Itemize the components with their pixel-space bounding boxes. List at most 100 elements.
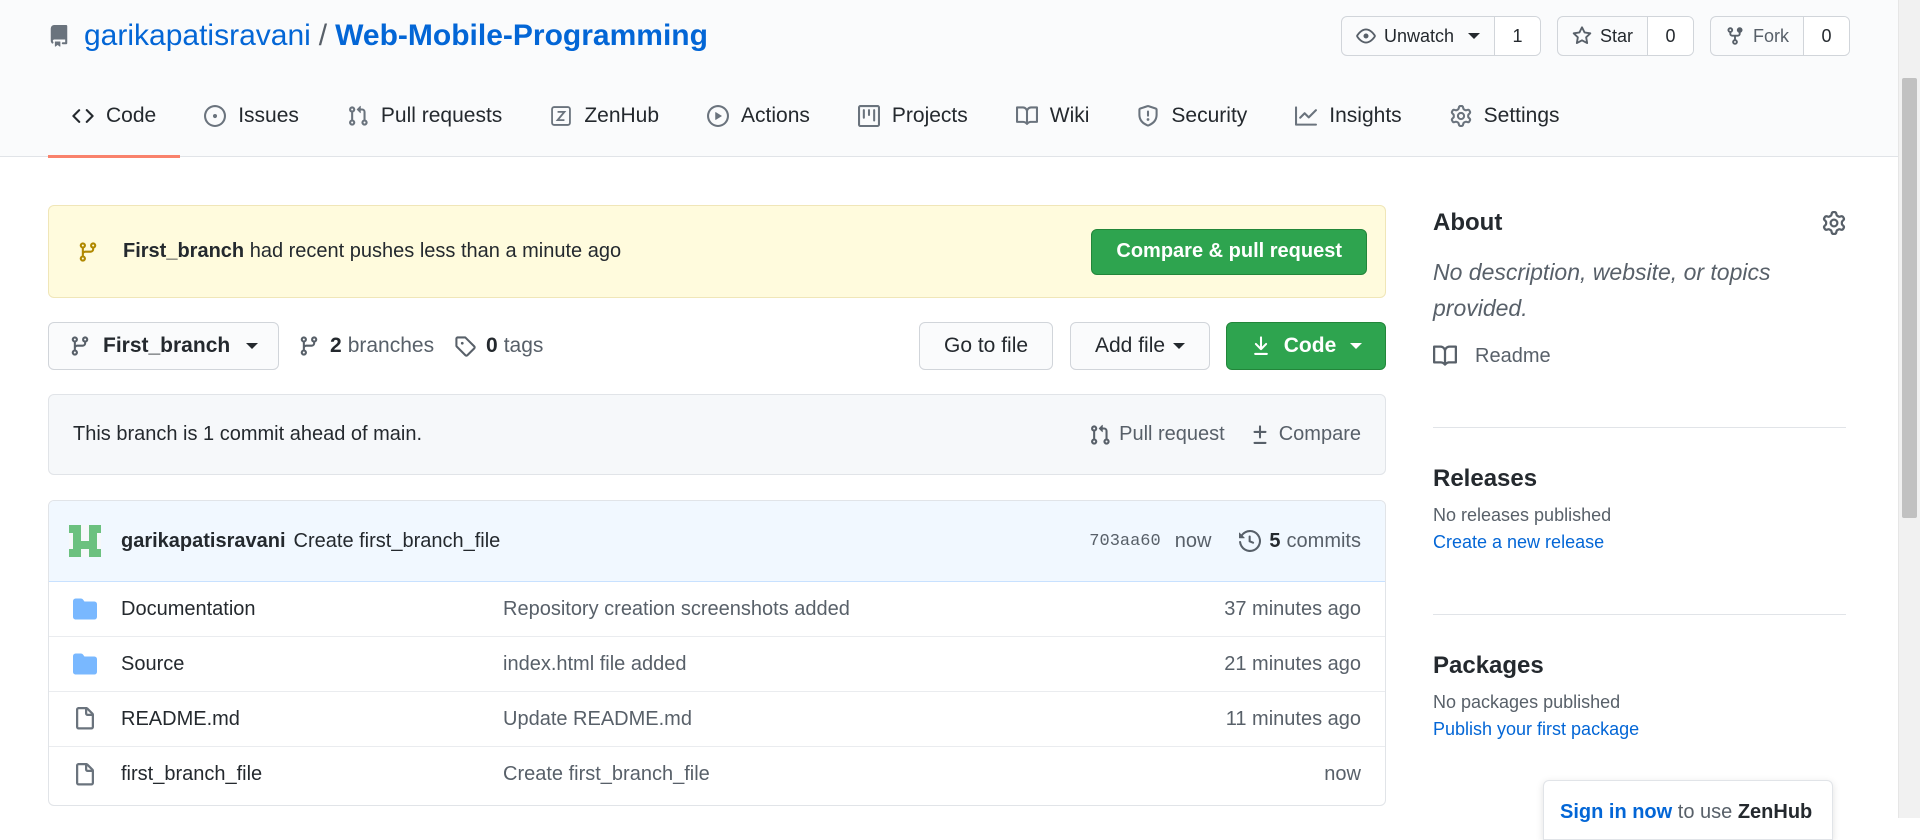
- tab-pull-requests[interactable]: Pull requests: [323, 94, 526, 157]
- avatar[interactable]: [69, 525, 101, 557]
- branch-ahead-message: This branch is 1 commit ahead of main.: [73, 423, 423, 445]
- fork-label: Fork: [1753, 25, 1789, 46]
- go-to-file-button[interactable]: Go to file: [919, 322, 1054, 370]
- file-name[interactable]: Source: [121, 653, 503, 676]
- repo-owner-link[interactable]: garikapatisravani: [84, 19, 311, 53]
- commits-label: commits: [1286, 529, 1361, 552]
- file-icon: [76, 707, 94, 730]
- tab-label: Pull requests: [380, 104, 503, 127]
- tab-projects[interactable]: Projects: [834, 94, 992, 157]
- repo-actions: Unwatch 1 Star 0 Fork 0: [1325, 16, 1850, 56]
- tab-label: Settings: [1483, 104, 1560, 127]
- compare-link[interactable]: Compare: [1249, 423, 1361, 446]
- watch-count[interactable]: 1: [1493, 17, 1540, 55]
- file-name[interactable]: first_branch_file: [121, 763, 503, 786]
- tab-code[interactable]: Code: [48, 94, 181, 158]
- tab-label: ZenHub: [584, 104, 660, 127]
- file-row-source[interactable]: Source index.html file added 21 minutes …: [49, 637, 1385, 692]
- repo-separator: /: [318, 19, 328, 52]
- repo-nav-tabs: Code Issues Pull requests ZenHub Actions…: [48, 94, 1584, 158]
- page-scrollbar[interactable]: [1898, 0, 1920, 818]
- fork-button-group: Fork 0: [1710, 16, 1850, 56]
- packages-title[interactable]: Packages: [1433, 652, 1846, 680]
- file-commit-message[interactable]: Repository creation screenshots added: [503, 598, 850, 621]
- code-download-button[interactable]: Code: [1226, 322, 1386, 370]
- tab-security[interactable]: Security: [1113, 94, 1271, 157]
- repo-title: garikapatisravani / Web-Mobile-Programmi…: [48, 14, 708, 58]
- commit-message[interactable]: Create first_branch_file: [294, 530, 501, 553]
- folder-icon: [73, 653, 97, 675]
- branch-ahead-box: This branch is 1 commit ahead of main. P…: [48, 394, 1386, 475]
- file-row-first-branch-file[interactable]: first_branch_file Create first_branch_fi…: [49, 747, 1385, 802]
- sidebar-divider: [1433, 427, 1846, 428]
- file-commit-time: now: [1324, 763, 1361, 785]
- file-commit-message[interactable]: Update README.md: [503, 708, 692, 731]
- publish-package-link[interactable]: Publish your first package: [1433, 719, 1846, 740]
- pull-request-label: Pull request: [1119, 423, 1225, 445]
- repo-name-link[interactable]: Web-Mobile-Programming: [335, 19, 708, 53]
- commits-history-link[interactable]: 5 commits: [1239, 530, 1361, 553]
- star-label: Star: [1599, 25, 1633, 46]
- tab-insights[interactable]: Insights: [1271, 94, 1425, 157]
- file-row-readme[interactable]: README.md Update README.md 11 minutes ag…: [49, 692, 1385, 747]
- branches-link[interactable]: 2 branches: [298, 322, 434, 370]
- tab-label: Issues: [238, 104, 299, 127]
- unwatch-label: Unwatch: [1383, 25, 1454, 46]
- book-icon: [1433, 345, 1457, 366]
- file-commit-time: 21 minutes ago: [1224, 652, 1361, 675]
- play-icon: [707, 105, 730, 127]
- commit-sha[interactable]: 703aa60: [1089, 532, 1160, 551]
- file-name[interactable]: Documentation: [121, 598, 503, 621]
- fork-count[interactable]: 0: [1803, 17, 1849, 55]
- chevron-down-icon: [1173, 343, 1186, 349]
- chevron-down-icon: [1467, 33, 1480, 39]
- readme-link[interactable]: Readme: [1433, 344, 1846, 368]
- create-release-link[interactable]: Create a new release: [1433, 532, 1846, 553]
- repo-header: garikapatisravani / Web-Mobile-Programmi…: [0, 0, 1898, 158]
- branches-count: 2: [330, 334, 342, 357]
- branch-select-menu[interactable]: First_branch: [48, 322, 280, 370]
- banner-text: had recent pushes less than a minute ago: [249, 240, 622, 262]
- star-button[interactable]: Star: [1558, 17, 1647, 55]
- star-count[interactable]: 0: [1647, 17, 1693, 55]
- commit-meta: 703aa60 now 5 commits: [1089, 530, 1361, 553]
- zenhub-signin-popup: Sign in now to use ZenHub: [1543, 780, 1833, 840]
- tab-label: Code: [106, 104, 157, 127]
- sign-in-link[interactable]: Sign in now: [1560, 801, 1672, 823]
- tab-wiki[interactable]: Wiki: [992, 94, 1114, 157]
- recent-push-banner: First_branch had recent pushes less than…: [48, 205, 1386, 298]
- repo-icon: [50, 25, 68, 47]
- chevron-down-icon: [246, 343, 259, 349]
- commit-age: now: [1174, 529, 1212, 552]
- unwatch-button[interactable]: Unwatch: [1342, 17, 1494, 55]
- tab-actions[interactable]: Actions: [683, 94, 834, 157]
- commit-author[interactable]: garikapatisravani: [121, 530, 286, 553]
- gear-icon[interactable]: [1822, 211, 1846, 235]
- branch-icon: [79, 241, 97, 262]
- tab-label: Insights: [1329, 104, 1402, 127]
- book-icon: [1015, 106, 1038, 125]
- chevron-down-icon: [1350, 343, 1363, 349]
- scrollbar-thumb[interactable]: [1902, 78, 1917, 518]
- file-commit-message[interactable]: Create first_branch_file: [503, 763, 710, 786]
- pull-request-link[interactable]: Pull request: [1089, 423, 1225, 446]
- add-file-button[interactable]: Add file: [1070, 322, 1211, 370]
- gear-icon: [1450, 105, 1471, 127]
- tab-settings[interactable]: Settings: [1426, 94, 1584, 157]
- compare-pull-request-button[interactable]: Compare & pull request: [1091, 228, 1367, 275]
- banner-message: First_branch had recent pushes less than…: [123, 240, 621, 263]
- fork-button[interactable]: Fork: [1711, 17, 1803, 55]
- tab-zenhub[interactable]: ZenHub: [526, 94, 683, 157]
- graph-icon: [1295, 106, 1318, 126]
- file-row-documentation[interactable]: Documentation Repository creation screen…: [49, 582, 1385, 637]
- star-button-group: Star 0: [1556, 16, 1694, 56]
- tags-link[interactable]: 0 tags: [454, 322, 543, 370]
- signin-text: to use: [1677, 801, 1733, 823]
- about-header: About: [1433, 200, 1846, 246]
- folder-icon: [73, 598, 97, 620]
- releases-title[interactable]: Releases: [1433, 465, 1846, 493]
- file-commit-message[interactable]: index.html file added: [503, 653, 686, 676]
- tab-issues[interactable]: Issues: [180, 94, 323, 157]
- tags-label: tags: [503, 334, 544, 357]
- file-name[interactable]: README.md: [121, 708, 503, 731]
